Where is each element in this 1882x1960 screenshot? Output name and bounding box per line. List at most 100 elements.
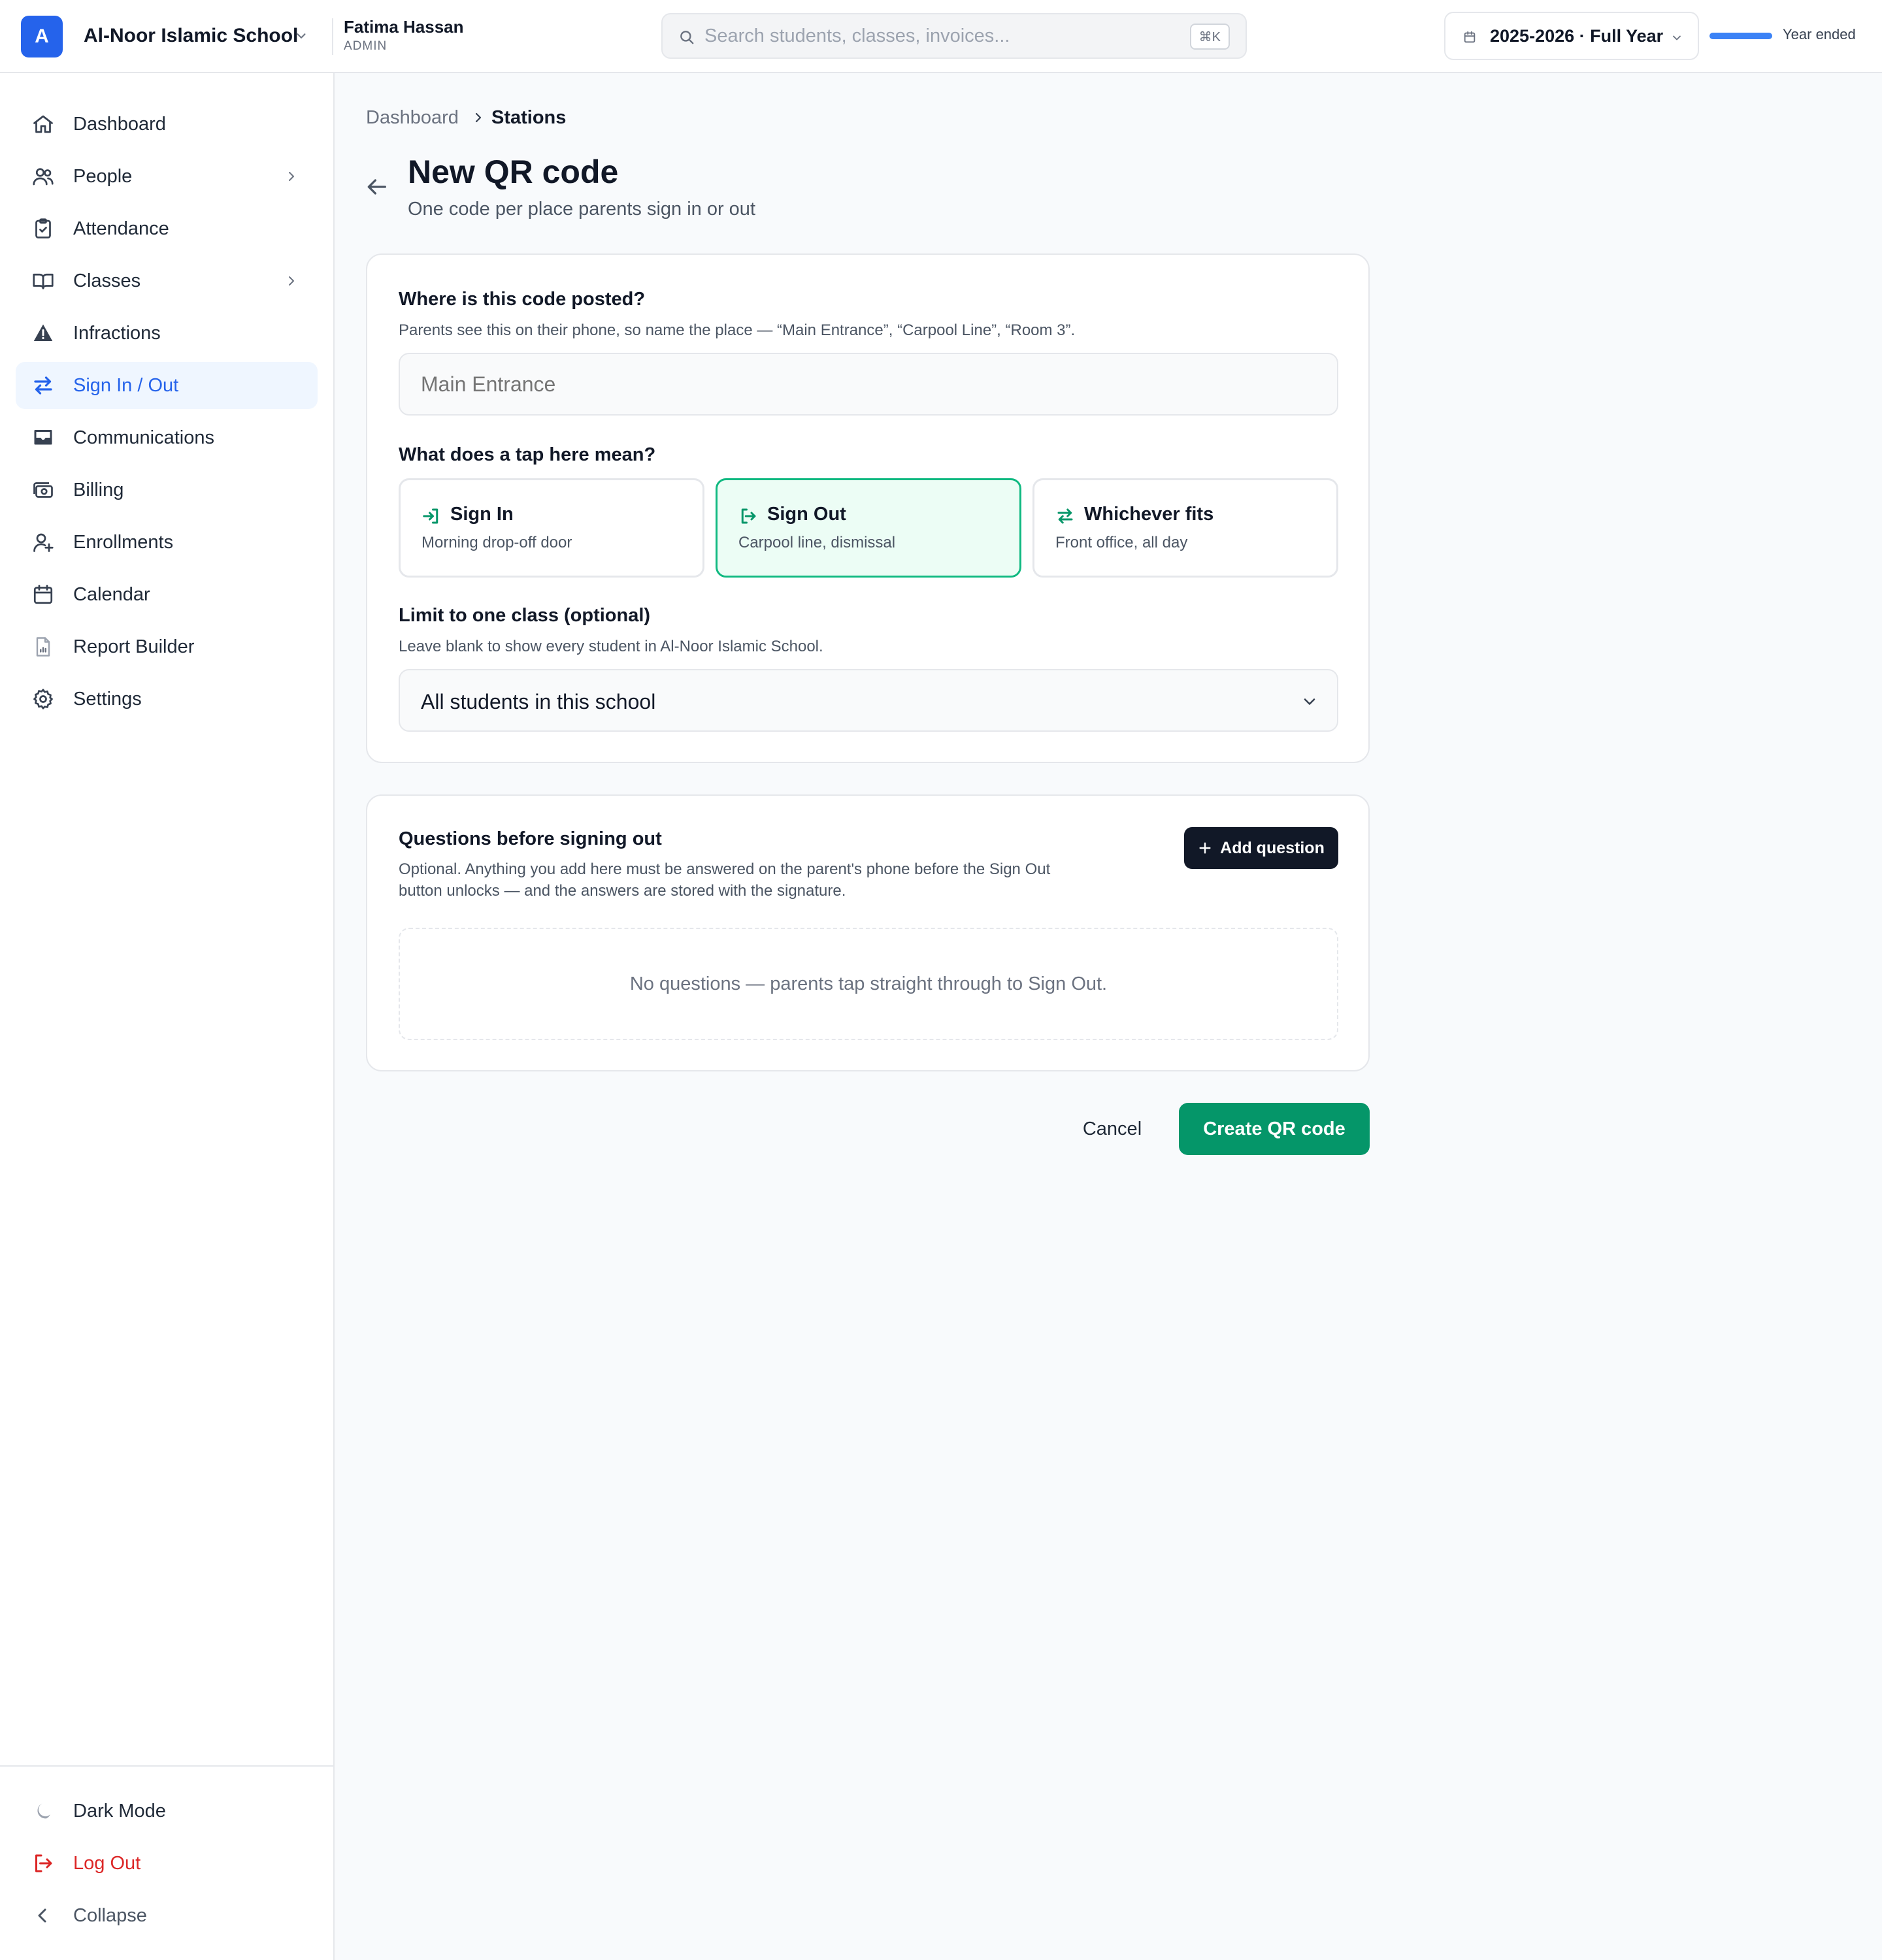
user-name: Fatima Hassan — [344, 17, 464, 37]
chevron-right-icon — [470, 110, 486, 125]
chevron-left-icon — [31, 1904, 55, 1927]
moon-icon — [31, 1799, 55, 1823]
warning-icon — [31, 321, 55, 345]
breadcrumb-dashboard-link[interactable]: Dashboard — [366, 107, 459, 129]
user-role: ADMIN — [344, 39, 388, 53]
sidebar-item-classes[interactable]: Classes — [16, 257, 318, 304]
chevron-down-icon[interactable] — [294, 29, 308, 43]
sidebar-item-dashboard[interactable]: Dashboard — [16, 101, 318, 148]
search-icon — [678, 29, 695, 46]
sidebar-item-settings[interactable]: Settings — [16, 676, 318, 723]
arrows-exchange-icon — [1055, 506, 1075, 526]
sidebar-item-label: Communications — [73, 427, 214, 448]
year-progress-bar — [1709, 33, 1772, 39]
option-description: Front office, all day — [1055, 534, 1188, 551]
sign-out-icon — [738, 506, 758, 526]
sidebar-item-report-builder[interactable]: Report Builder — [16, 623, 318, 670]
option-description: Morning drop-off door — [421, 534, 572, 551]
option-title: Sign In — [450, 504, 514, 525]
create-qr-code-button[interactable]: Create QR code — [1179, 1103, 1370, 1155]
user-plus-icon — [31, 531, 55, 554]
option-title: Whichever fits — [1084, 504, 1214, 525]
year-status: Year ended — [1783, 26, 1856, 42]
questions-empty-state: No questions — parents tap straight thro… — [399, 928, 1338, 1040]
collapse-label: Collapse — [73, 1905, 147, 1926]
chevron-right-icon — [284, 169, 299, 184]
book-open-icon — [31, 269, 55, 293]
location-hint: Parents see this on their phone, so name… — [399, 321, 1076, 339]
report-icon — [31, 635, 55, 659]
inbox-icon — [31, 426, 55, 449]
search-shortcut-badge: ⌘K — [1189, 24, 1230, 50]
cancel-button[interactable]: Cancel — [1072, 1103, 1153, 1155]
year-progress-fill — [1709, 33, 1772, 39]
school-year-select[interactable]: 2025-2026 · Full Year — [1444, 12, 1699, 60]
sidebar-item-people[interactable]: People — [16, 153, 318, 200]
questions-title: Questions before signing out — [399, 828, 662, 849]
add-question-label: Add question — [1220, 838, 1325, 857]
school-logo[interactable]: A — [21, 16, 63, 57]
school-year-label: 2025-2026 · Full Year — [1490, 26, 1664, 46]
sidebar-item-enrollments[interactable]: Enrollments — [16, 519, 318, 566]
chevron-down-icon — [1300, 693, 1319, 711]
calendar-icon — [31, 583, 55, 606]
tap-meaning-label: What does a tap here mean? — [399, 444, 656, 465]
plus-icon — [1198, 841, 1212, 855]
sidebar-item-infractions[interactable]: Infractions — [16, 310, 318, 357]
back-arrow-icon[interactable] — [363, 174, 389, 200]
sidebar-item-calendar[interactable]: Calendar — [16, 571, 318, 618]
sidebar-item-communications[interactable]: Communications — [16, 414, 318, 461]
logout-button[interactable]: Log Out — [16, 1840, 318, 1887]
logout-label: Log Out — [73, 1853, 141, 1874]
option-title: Sign Out — [767, 504, 846, 525]
page-subtitle: One code per place parents sign in or ou… — [408, 199, 755, 220]
header-divider — [332, 18, 333, 55]
calendar-icon — [1462, 30, 1477, 44]
money-icon — [31, 478, 55, 502]
sidebar-item-billing[interactable]: Billing — [16, 466, 318, 514]
sidebar-item-label: Dashboard — [73, 114, 166, 135]
class-limit-hint: Leave blank to show every student in Al-… — [399, 638, 823, 655]
school-switcher[interactable]: Al-Noor Islamic School — [84, 25, 298, 47]
global-search[interactable]: ⌘K — [661, 13, 1247, 59]
add-question-button[interactable]: Add question — [1184, 827, 1338, 869]
questions-hint: Optional. Anything you add here must be … — [399, 860, 1051, 900]
sidebar-item-label: Report Builder — [73, 636, 195, 657]
sidebar-item-label: Infractions — [73, 323, 161, 344]
class-select[interactable]: All students in this school — [399, 669, 1338, 732]
sidebar-item-label: Billing — [73, 480, 124, 500]
sidebar-item-label: Sign In / Out — [73, 375, 179, 396]
chevron-down-icon — [1670, 31, 1683, 44]
sidebar: Dashboard People Attendance Classes Infr… — [0, 73, 335, 1960]
clipboard-check-icon — [31, 217, 55, 240]
home-icon — [31, 112, 55, 136]
sidebar-item-attendance[interactable]: Attendance — [16, 205, 318, 252]
dark-mode-toggle[interactable]: Dark Mode — [16, 1788, 318, 1835]
collapse-sidebar-button[interactable]: Collapse — [16, 1892, 318, 1939]
breadcrumb-current: Stations — [491, 107, 567, 128]
page-title: New QR code — [408, 154, 619, 190]
sidebar-divider — [0, 1765, 333, 1767]
class-limit-label: Limit to one class (optional) — [399, 605, 651, 626]
sidebar-item-label: Settings — [73, 689, 142, 710]
search-input[interactable] — [704, 22, 1162, 50]
sidebar-item-label: People — [73, 166, 133, 187]
gear-icon — [31, 687, 55, 711]
option-description: Carpool line, dismissal — [738, 534, 896, 551]
sidebar-item-label: Calendar — [73, 584, 150, 605]
option-whichever-fits[interactable]: Whichever fits Front office, all day — [1032, 478, 1338, 578]
top-bar: A Al-Noor Islamic School Fatima Hassan A… — [0, 0, 1882, 73]
questions-card: Questions before signing out Optional. A… — [366, 794, 1370, 1071]
option-sign-out[interactable]: Sign Out Carpool line, dismissal — [716, 478, 1021, 578]
location-label: Where is this code posted? — [399, 289, 646, 310]
arrows-exchange-icon — [31, 374, 55, 397]
chevron-right-icon — [284, 273, 299, 289]
sidebar-item-label: Classes — [73, 270, 141, 291]
logout-icon — [31, 1852, 55, 1875]
sidebar-item-label: Enrollments — [73, 532, 174, 553]
users-icon — [31, 165, 55, 188]
location-name-input[interactable] — [399, 353, 1338, 416]
sidebar-item-sign-in-out[interactable]: Sign In / Out — [16, 362, 318, 409]
option-sign-in[interactable]: Sign In Morning drop-off door — [399, 478, 704, 578]
station-details-card: Where is this code posted? Parents see t… — [366, 253, 1370, 763]
